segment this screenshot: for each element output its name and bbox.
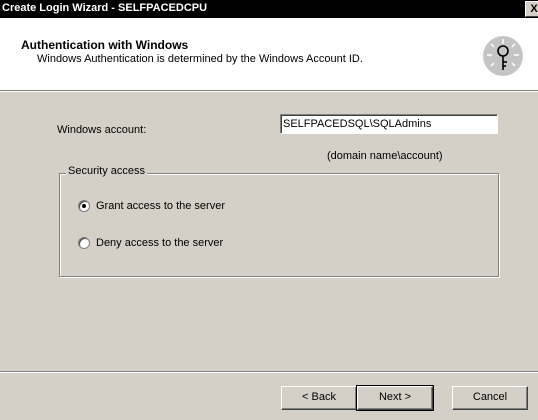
- grant-access-option[interactable]: Grant access to the server: [78, 200, 225, 212]
- footer-divider-highlight: [0, 372, 538, 373]
- wizard-header: Authentication with Windows Windows Auth…: [0, 18, 538, 91]
- page-title: Authentication with Windows: [21, 38, 189, 52]
- deny-access-label: Deny access to the server: [96, 237, 224, 249]
- header-divider: [0, 91, 538, 92]
- back-button[interactable]: < Back: [281, 386, 357, 410]
- key-icon: [483, 36, 523, 76]
- windows-account-label: Windows account:: [57, 124, 147, 136]
- window-title: Create Login Wizard - SELFPACEDCPU: [2, 2, 208, 14]
- grant-access-label: Grant access to the server: [96, 200, 225, 212]
- account-format-hint: (domain name\account): [327, 150, 443, 162]
- cancel-button[interactable]: Cancel: [452, 386, 528, 410]
- page-subtitle: Windows Authentication is determined by …: [37, 53, 363, 65]
- windows-account-input[interactable]: [280, 114, 498, 134]
- title-bar: Create Login Wizard - SELFPACEDCPU X: [0, 0, 538, 18]
- next-button[interactable]: Next >: [356, 385, 434, 411]
- security-access-legend: Security access: [66, 165, 148, 177]
- deny-access-option[interactable]: Deny access to the server: [78, 237, 223, 249]
- grant-access-radio[interactable]: [78, 200, 90, 212]
- deny-access-radio[interactable]: [78, 237, 90, 249]
- close-button[interactable]: X: [525, 1, 538, 17]
- security-access-group: [59, 173, 499, 277]
